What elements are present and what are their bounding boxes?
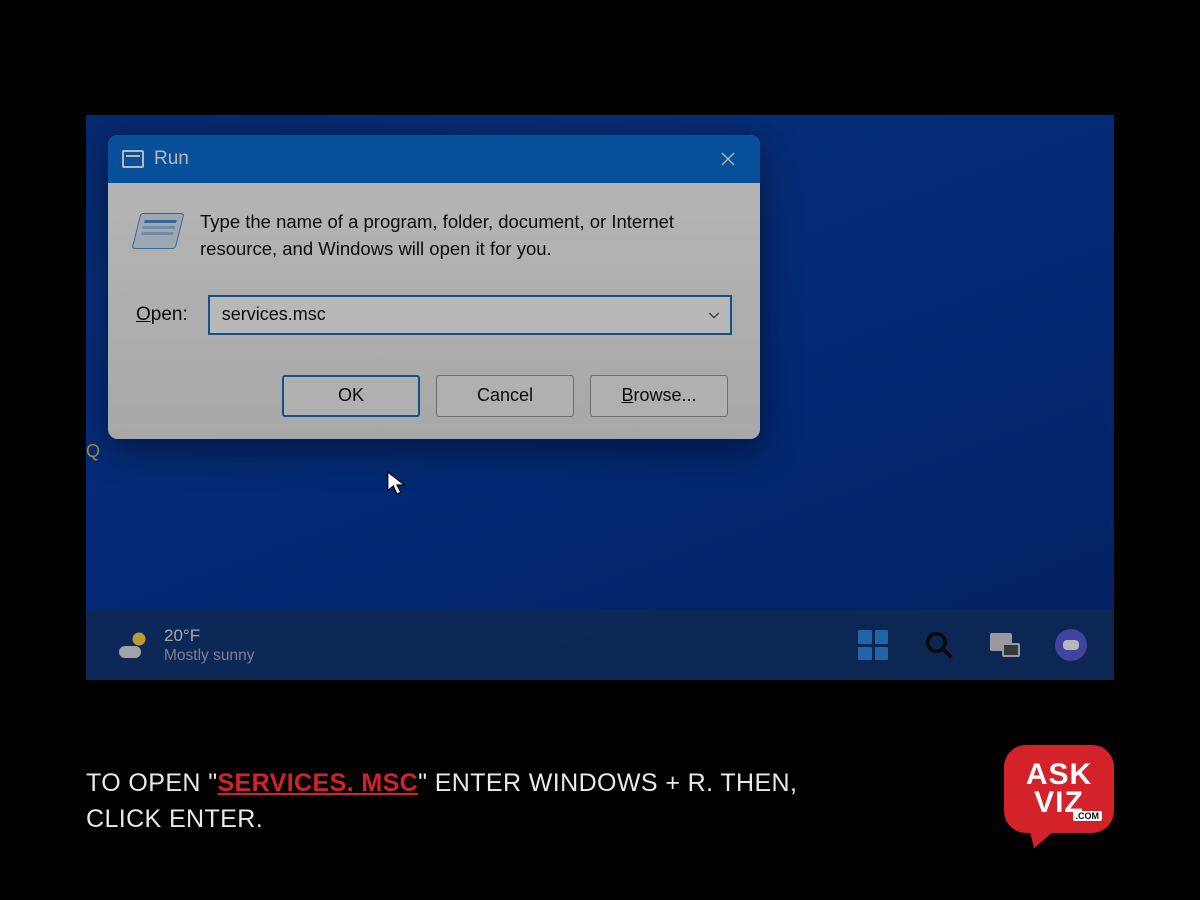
brand-line1: ASK	[1026, 761, 1092, 790]
open-combobox[interactable]	[208, 295, 732, 335]
caption-highlight: SERVICES. MSC	[217, 769, 418, 797]
desktop-shortcut-label-cut: Q	[86, 441, 100, 462]
task-view-button[interactable]	[988, 628, 1022, 662]
weather-condition: Mostly sunny	[164, 646, 254, 665]
search-icon	[924, 630, 954, 660]
chat-icon	[1055, 629, 1087, 661]
windows-logo-icon	[858, 630, 888, 660]
taskbar: 20°F Mostly sunny	[86, 610, 1114, 680]
run-title: Run	[154, 148, 704, 170]
task-view-icon	[990, 633, 1020, 657]
mouse-cursor-icon	[386, 470, 408, 498]
program-icon	[136, 213, 180, 249]
run-dialog: Run Type the name of a program, folder, …	[108, 135, 760, 439]
weather-temperature: 20°F	[164, 625, 254, 646]
brand-sub: .COM	[1073, 811, 1103, 821]
search-button[interactable]	[922, 628, 956, 662]
run-body: Type the name of a program, folder, docu…	[108, 183, 760, 439]
taskbar-center-icons	[856, 628, 1088, 662]
brand-logo: ASK VIZ .COM	[1004, 745, 1114, 847]
run-titlebar[interactable]: Run	[108, 135, 760, 183]
run-info: Type the name of a program, folder, docu…	[136, 209, 732, 263]
run-open-row: Open:	[136, 295, 732, 335]
instruction-caption: TO OPEN "SERVICES. MSC" ENTER WINDOWS + …	[86, 765, 866, 838]
cancel-button[interactable]: Cancel	[436, 375, 574, 417]
run-button-row: OK Cancel Browse...	[136, 375, 732, 417]
ok-button[interactable]: OK	[282, 375, 420, 417]
chat-button[interactable]	[1054, 628, 1088, 662]
run-description: Type the name of a program, folder, docu…	[200, 209, 690, 263]
close-button[interactable]	[704, 135, 752, 183]
run-app-icon	[122, 150, 144, 168]
weather-icon	[116, 628, 150, 662]
open-input[interactable]	[208, 295, 732, 335]
start-button[interactable]	[856, 628, 890, 662]
weather-widget[interactable]: 20°F Mostly sunny	[116, 625, 254, 666]
desktop-screenshot: Q Run Type the name of a program, folder…	[86, 115, 1114, 680]
open-label: Open:	[136, 304, 188, 326]
browse-button[interactable]: Browse...	[590, 375, 728, 417]
close-icon	[719, 150, 737, 168]
